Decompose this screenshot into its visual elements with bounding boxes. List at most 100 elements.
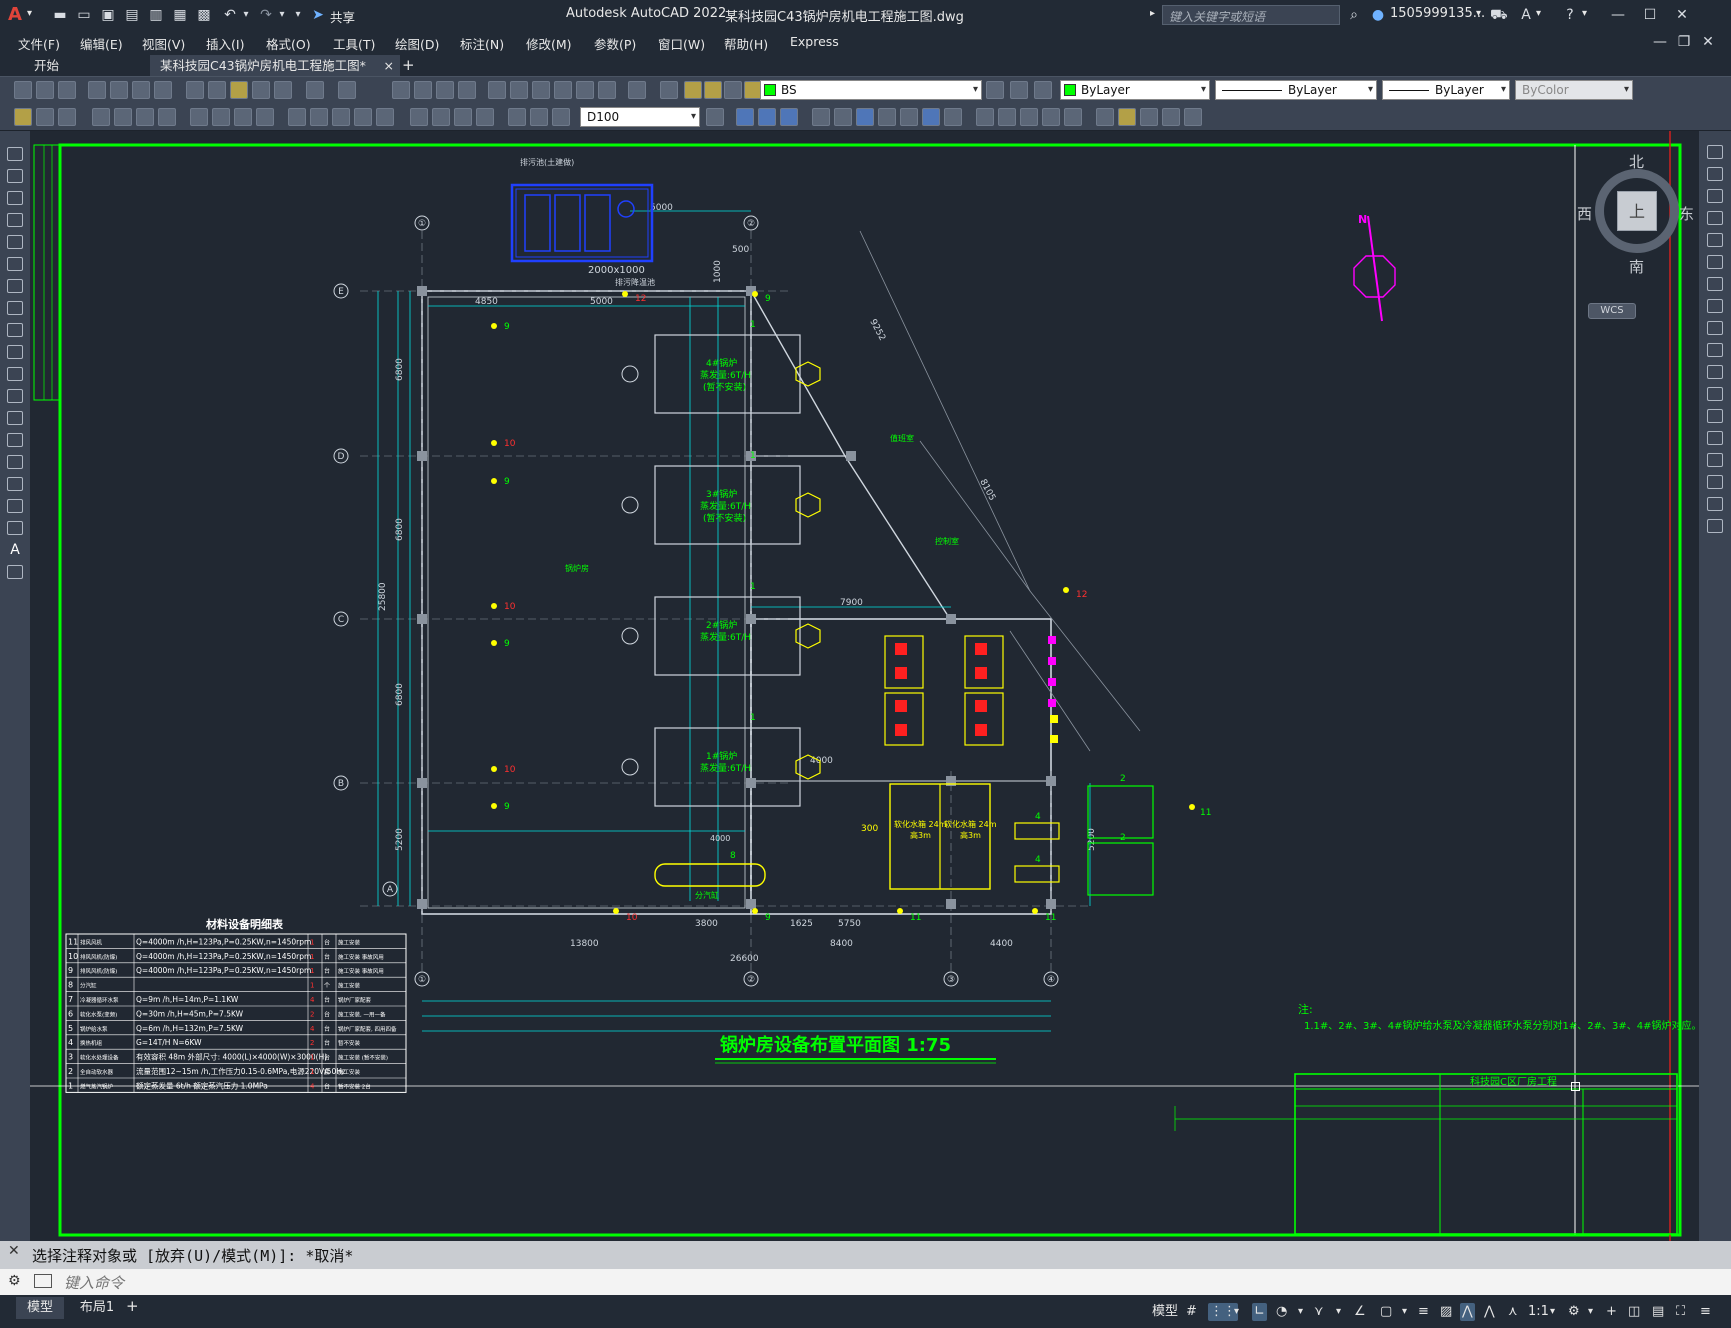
viewcube-top-face[interactable]: 上 xyxy=(1617,191,1657,231)
tab-active-document[interactable]: 某科技园C43锅炉房机电工程施工图* × xyxy=(150,55,400,76)
layer-state-icon[interactable] xyxy=(1034,81,1052,99)
jogged-linear-icon[interactable] xyxy=(476,108,494,126)
units-icon[interactable]: ◫ xyxy=(1628,1303,1640,1321)
dim-space-icon[interactable] xyxy=(354,108,372,126)
revision-cloud-icon[interactable] xyxy=(7,301,23,315)
quick-properties-icon[interactable]: ▤ xyxy=(1652,1303,1664,1321)
close-icon[interactable]: ✕ xyxy=(1674,7,1690,23)
align-icon[interactable] xyxy=(834,108,852,126)
copy-icon[interactable] xyxy=(208,81,226,99)
grid-display-icon[interactable]: # xyxy=(1186,1303,1197,1321)
rotate-icon[interactable] xyxy=(1707,277,1723,291)
tab-start[interactable]: 开始 xyxy=(24,55,144,76)
linetype-select[interactable]: ByLayer ▾ xyxy=(1215,80,1377,100)
new-file-icon[interactable]: ▬ xyxy=(52,7,68,23)
menu-modify[interactable]: 修改(M) xyxy=(526,34,572,53)
view-top-icon[interactable] xyxy=(976,108,994,126)
search-icon[interactable]: ⌕ xyxy=(1346,7,1362,23)
erase-icon[interactable] xyxy=(1707,145,1723,159)
array-icon[interactable] xyxy=(1707,233,1723,247)
dim-edit-icon[interactable] xyxy=(508,108,526,126)
move-ucs-icon[interactable] xyxy=(812,108,830,126)
layout-tab-layout1[interactable]: 布局1 xyxy=(72,1297,122,1319)
save-as-icon[interactable]: ▤ xyxy=(124,7,140,23)
menu-tools[interactable]: 工具(T) xyxy=(333,34,375,53)
viewcube-south[interactable]: 南 xyxy=(1629,256,1644,277)
center-mark-icon[interactable] xyxy=(432,108,450,126)
dim-ordinate-icon[interactable] xyxy=(158,108,176,126)
dim-jogged-icon[interactable] xyxy=(212,108,230,126)
save-web-icon[interactable]: ▦ xyxy=(172,7,188,23)
ellipse-icon[interactable] xyxy=(7,345,23,359)
menu-window[interactable]: 窗口(W) xyxy=(658,34,705,53)
autodesk-app-icon[interactable]: A xyxy=(1518,7,1534,23)
chamfer-icon[interactable] xyxy=(1707,453,1723,467)
share-button[interactable]: 共享 xyxy=(330,7,355,26)
line-icon[interactable] xyxy=(7,147,23,161)
cut-icon[interactable] xyxy=(186,81,204,99)
tool-palettes-icon[interactable] xyxy=(532,81,550,99)
add-layout-button[interactable]: + xyxy=(126,1297,139,1315)
object-snap-tracking-icon[interactable]: ∠ xyxy=(1354,1303,1366,1321)
isodraft-icon[interactable]: ⋎ xyxy=(1314,1303,1324,1321)
3d-array-icon[interactable] xyxy=(944,108,962,126)
view-left-icon[interactable] xyxy=(1020,108,1038,126)
expand-search-icon[interactable]: ▸ xyxy=(1150,8,1155,19)
blend-curves-icon[interactable] xyxy=(1707,497,1723,511)
tolerance-icon[interactable] xyxy=(410,108,428,126)
table-icon[interactable] xyxy=(7,521,23,535)
layer-on-icon[interactable] xyxy=(684,81,702,99)
zoom-window-icon[interactable] xyxy=(436,81,454,99)
polar-tracking-icon[interactable]: ◔ xyxy=(1276,1303,1287,1321)
polyline-icon[interactable] xyxy=(7,191,23,205)
offset-icon[interactable] xyxy=(1707,211,1723,225)
search-box[interactable]: 键入关键字或短语 xyxy=(1162,5,1340,25)
layer-previous-icon[interactable] xyxy=(1010,81,1028,99)
preview-icon[interactable] xyxy=(110,81,128,99)
dim-diameter-icon[interactable] xyxy=(234,108,252,126)
layer-properties-icon[interactable] xyxy=(660,81,678,99)
move-icon[interactable] xyxy=(1707,255,1723,269)
zoom-realtime-icon[interactable] xyxy=(414,81,432,99)
view-front-icon[interactable] xyxy=(1064,108,1082,126)
stretch-icon[interactable] xyxy=(1707,321,1723,335)
ucs-object-icon[interactable] xyxy=(1184,108,1202,126)
maximize-icon[interactable]: ☐ xyxy=(1642,7,1658,23)
insert-block-left-icon[interactable] xyxy=(7,389,23,403)
add-selected-icon[interactable] xyxy=(7,565,23,579)
wcs-menu-button[interactable]: WCS xyxy=(1588,303,1636,319)
autocad-logo-icon[interactable]: A xyxy=(8,4,22,25)
dim-radius-icon[interactable] xyxy=(190,108,208,126)
copy-object-icon[interactable] xyxy=(1707,167,1723,181)
insert-block-icon[interactable] xyxy=(14,108,32,126)
dim-baseline-icon[interactable] xyxy=(310,108,328,126)
draworder-back-icon[interactable] xyxy=(758,108,776,126)
ellipse-arc-icon[interactable] xyxy=(7,367,23,381)
plotstyle-select[interactable]: ByColor ▾ xyxy=(1515,80,1633,100)
make-block-icon[interactable] xyxy=(36,108,54,126)
hatch-icon[interactable] xyxy=(7,455,23,469)
construction-line-icon[interactable] xyxy=(7,169,23,183)
model-space-button[interactable]: 模型 xyxy=(1152,1303,1178,1321)
quick-dim-icon[interactable] xyxy=(288,108,306,126)
3d-rotate-icon[interactable] xyxy=(878,108,896,126)
dim-arc-icon[interactable] xyxy=(136,108,154,126)
markup-icon[interactable] xyxy=(576,81,594,99)
join-icon[interactable] xyxy=(1707,431,1723,445)
ortho-mode-icon[interactable]: ∟ xyxy=(1252,1303,1267,1321)
share-icon[interactable]: ➤ xyxy=(310,7,326,23)
mirror-icon[interactable] xyxy=(1707,189,1723,203)
snap-dropdown-icon[interactable]: ▾ xyxy=(1234,1303,1239,1321)
menu-help[interactable]: 帮助(H) xyxy=(724,34,768,53)
view-bottom-icon[interactable] xyxy=(998,108,1016,126)
drawing-canvas[interactable]: ① ② ① ② ③ ④ E D C B A 5000 500 26600 138… xyxy=(30,131,1699,1241)
mtext-icon[interactable]: A xyxy=(7,543,23,557)
layer-vp-freeze-icon[interactable] xyxy=(724,81,742,99)
save-toolbar-icon[interactable] xyxy=(58,81,76,99)
minimize-icon[interactable]: — xyxy=(1610,7,1626,23)
customization-icon[interactable]: ≡ xyxy=(1700,1303,1711,1321)
command-settings-icon[interactable]: ⚙ xyxy=(8,1273,21,1289)
cart-icon[interactable]: ⛟ xyxy=(1490,7,1508,23)
zoom-previous-icon[interactable] xyxy=(458,81,476,99)
command-recent-icon[interactable] xyxy=(34,1274,52,1288)
